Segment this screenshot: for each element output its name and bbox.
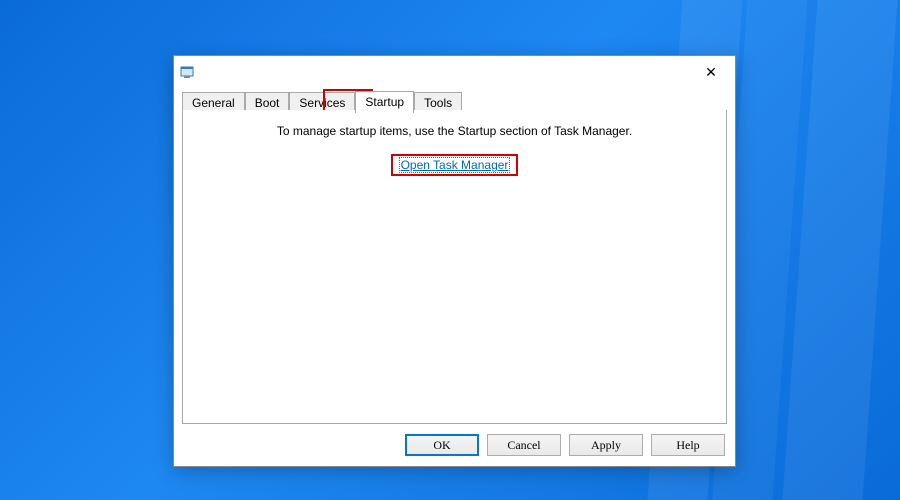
cancel-button[interactable]: Cancel bbox=[487, 434, 561, 456]
tab-startup[interactable]: Startup bbox=[355, 91, 414, 113]
desktop-background: ✕ General Boot Services Startup Tools To… bbox=[0, 0, 900, 500]
apply-button[interactable]: Apply bbox=[569, 434, 643, 456]
msconfig-window: ✕ General Boot Services Startup Tools To… bbox=[173, 55, 736, 467]
close-icon: ✕ bbox=[705, 65, 717, 79]
highlight-link: Open Task Manager bbox=[391, 154, 519, 176]
ok-button[interactable]: OK bbox=[405, 434, 479, 456]
open-task-manager-link[interactable]: Open Task Manager bbox=[399, 157, 511, 173]
app-icon bbox=[180, 64, 196, 80]
title-bar: ✕ bbox=[174, 56, 735, 86]
dialog-button-row: OK Cancel Apply Help bbox=[405, 434, 725, 456]
startup-tab-panel: To manage startup items, use the Startup… bbox=[182, 110, 727, 424]
close-button[interactable]: ✕ bbox=[689, 59, 733, 85]
instruction-text: To manage startup items, use the Startup… bbox=[183, 124, 726, 138]
help-button[interactable]: Help bbox=[651, 434, 725, 456]
